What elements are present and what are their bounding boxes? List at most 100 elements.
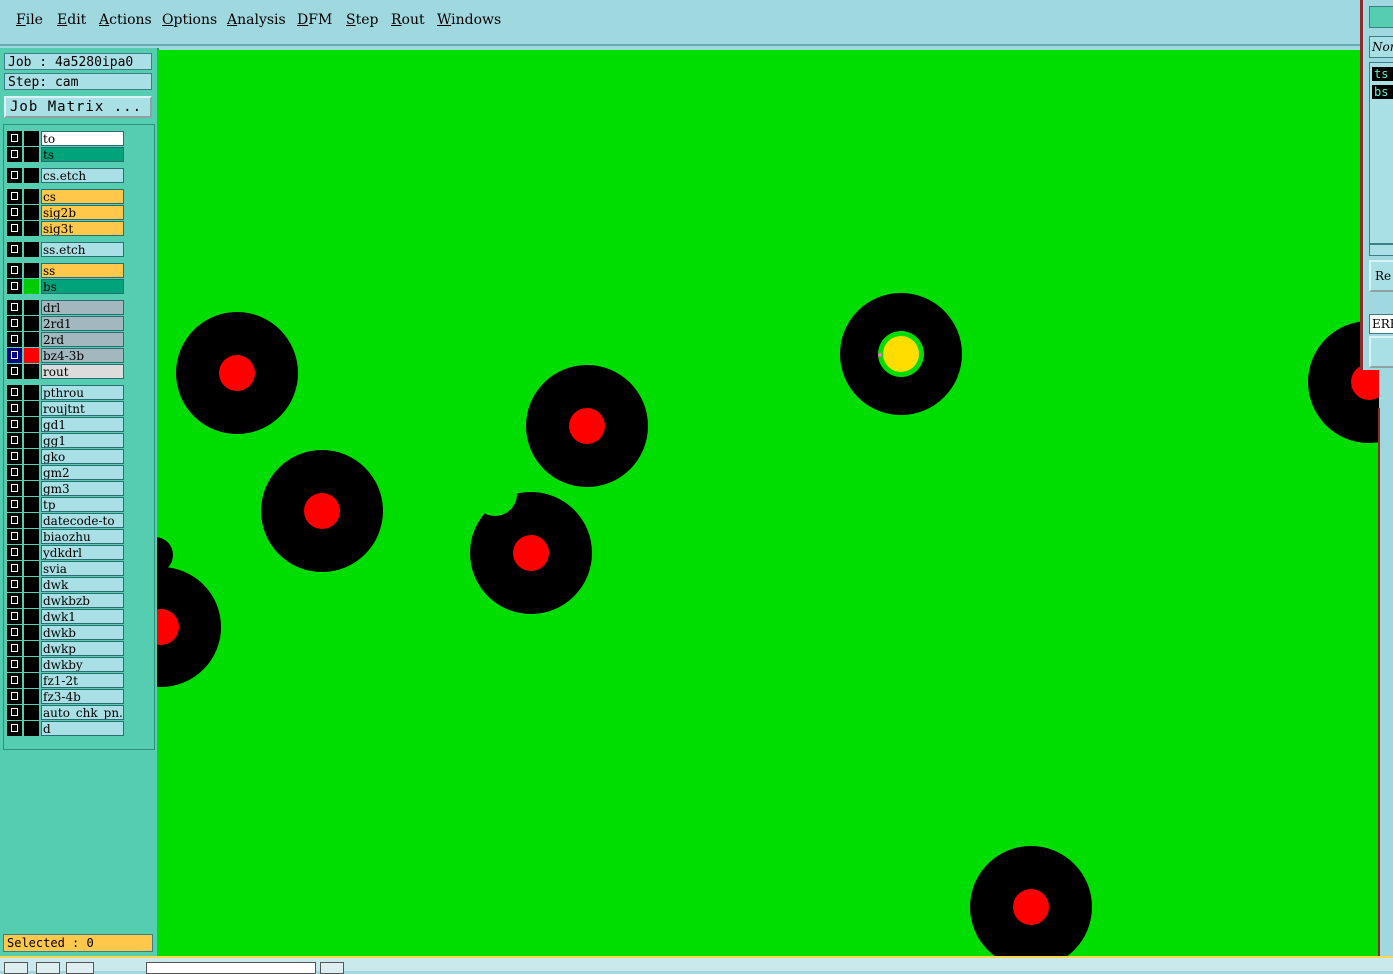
- layer-row[interactable]: auto_chk_pn.: [7, 705, 124, 720]
- pad[interactable]: [970, 846, 1092, 956]
- pad[interactable]: [176, 312, 298, 434]
- pad[interactable]: [157, 537, 221, 687]
- layer-row[interactable]: gg1: [7, 433, 124, 448]
- graphic-canvas[interactable]: [157, 50, 1379, 956]
- layer-checkbox[interactable]: [7, 417, 22, 432]
- layer-color-swatch[interactable]: [24, 625, 39, 640]
- layer-row[interactable]: svia: [7, 561, 124, 576]
- layer-checkbox[interactable]: [7, 561, 22, 576]
- layer-color-swatch[interactable]: [24, 705, 39, 720]
- layer-color-swatch[interactable]: [24, 131, 39, 146]
- layer-checkbox[interactable]: [7, 689, 22, 704]
- layer-checkbox[interactable]: [7, 348, 22, 363]
- layer-color-swatch[interactable]: [24, 221, 39, 236]
- tool-button[interactable]: [320, 962, 344, 974]
- layer-checkbox[interactable]: [7, 316, 22, 331]
- layer-row[interactable]: rout: [7, 364, 124, 379]
- layer-checkbox[interactable]: [7, 497, 22, 512]
- layer-color-swatch[interactable]: [24, 481, 39, 496]
- layer-row[interactable]: tp: [7, 497, 124, 512]
- layer-row[interactable]: dwkb: [7, 625, 124, 640]
- selected-pad[interactable]: [840, 293, 962, 415]
- layer-name[interactable]: ss.etch: [41, 242, 124, 257]
- layer-row[interactable]: ss.etch: [7, 242, 124, 257]
- menu-dfm[interactable]: DFM: [297, 12, 332, 28]
- layer-name[interactable]: gd1: [41, 417, 124, 432]
- layer-row[interactable]: pthrou: [7, 385, 124, 400]
- pad[interactable]: [470, 472, 592, 614]
- layer-color-swatch[interactable]: [24, 497, 39, 512]
- layer-name[interactable]: dwkby: [41, 657, 124, 672]
- layer-row[interactable]: fz1-2t: [7, 673, 124, 688]
- layer-row[interactable]: bs: [7, 279, 124, 294]
- menu-windows[interactable]: Windows: [437, 12, 501, 28]
- layer-name[interactable]: svia: [41, 561, 124, 576]
- layer-name[interactable]: sig3t: [41, 221, 124, 236]
- layer-color-swatch[interactable]: [24, 417, 39, 432]
- layer-checkbox[interactable]: [7, 205, 22, 220]
- layer-row[interactable]: 2rd1: [7, 316, 124, 331]
- layer-color-swatch[interactable]: [24, 577, 39, 592]
- layer-color-swatch[interactable]: [24, 364, 39, 379]
- layer-row[interactable]: cs: [7, 189, 124, 204]
- layer-checkbox[interactable]: [7, 673, 22, 688]
- layer-row[interactable]: dwk: [7, 577, 124, 592]
- layer-color-swatch[interactable]: [24, 147, 39, 162]
- scrollbar[interactable]: [1369, 244, 1393, 256]
- layer-name[interactable]: to: [41, 131, 124, 146]
- filter-field[interactable]: Nor: [1369, 36, 1393, 58]
- layer-checkbox[interactable]: [7, 242, 22, 257]
- dialog-button[interactable]: [1369, 336, 1393, 368]
- reset-button[interactable]: Re: [1369, 260, 1393, 292]
- layer-row[interactable]: fz3-4b: [7, 689, 124, 704]
- list-item[interactable]: bs: [1372, 85, 1393, 99]
- layer-checkbox[interactable]: [7, 577, 22, 592]
- coordinate-field[interactable]: [146, 962, 316, 974]
- layer-row[interactable]: sig3t: [7, 221, 124, 236]
- layer-row[interactable]: gko: [7, 449, 124, 464]
- layer-row[interactable]: roujtnt: [7, 401, 124, 416]
- layer-color-swatch[interactable]: [24, 168, 39, 183]
- layer-checkbox[interactable]: [7, 705, 22, 720]
- layer-checkbox[interactable]: [7, 385, 22, 400]
- layer-color-swatch[interactable]: [24, 242, 39, 257]
- layer-row[interactable]: ss: [7, 263, 124, 278]
- layer-checkbox[interactable]: [7, 609, 22, 624]
- layer-row[interactable]: drl: [7, 300, 124, 315]
- layer-name[interactable]: cs: [41, 189, 124, 204]
- layer-name[interactable]: dwkbzb: [41, 593, 124, 608]
- layer-name[interactable]: drl: [41, 300, 124, 315]
- layer-name[interactable]: datecode-to: [41, 513, 124, 528]
- layer-name[interactable]: 2rd: [41, 332, 124, 347]
- layer-color-swatch[interactable]: [24, 657, 39, 672]
- layer-checkbox[interactable]: [7, 545, 22, 560]
- layer-color-swatch[interactable]: [24, 205, 39, 220]
- layer-color-swatch[interactable]: [24, 385, 39, 400]
- layer-name[interactable]: dwk1: [41, 609, 124, 624]
- layer-color-swatch[interactable]: [24, 593, 39, 608]
- menu-edit[interactable]: Edit: [57, 12, 86, 28]
- menu-options[interactable]: Options: [162, 12, 217, 28]
- layer-color-swatch[interactable]: [24, 561, 39, 576]
- layer-checkbox[interactable]: [7, 481, 22, 496]
- layer-row[interactable]: 2rd: [7, 332, 124, 347]
- layer-checkbox[interactable]: [7, 449, 22, 464]
- layer-checkbox[interactable]: [7, 279, 22, 294]
- layer-checkbox[interactable]: [7, 529, 22, 544]
- layer-row[interactable]: gd1: [7, 417, 124, 432]
- menu-rout[interactable]: Rout: [391, 12, 425, 28]
- tool-button[interactable]: [66, 962, 94, 974]
- layer-row[interactable]: bz4-3b: [7, 348, 124, 363]
- layer-color-swatch[interactable]: [24, 332, 39, 347]
- pad[interactable]: [526, 365, 648, 487]
- layer-color-swatch[interactable]: [24, 263, 39, 278]
- layer-row[interactable]: dwkbzb: [7, 593, 124, 608]
- layer-name[interactable]: dwk: [41, 577, 124, 592]
- layer-color-swatch[interactable]: [24, 449, 39, 464]
- list-item[interactable]: ts: [1372, 67, 1393, 81]
- layer-checkbox[interactable]: [7, 625, 22, 640]
- layer-select-list[interactable]: ts bs: [1369, 62, 1393, 244]
- layer-name[interactable]: d: [41, 721, 124, 736]
- layer-color-swatch[interactable]: [24, 401, 39, 416]
- layer-color-swatch[interactable]: [24, 189, 39, 204]
